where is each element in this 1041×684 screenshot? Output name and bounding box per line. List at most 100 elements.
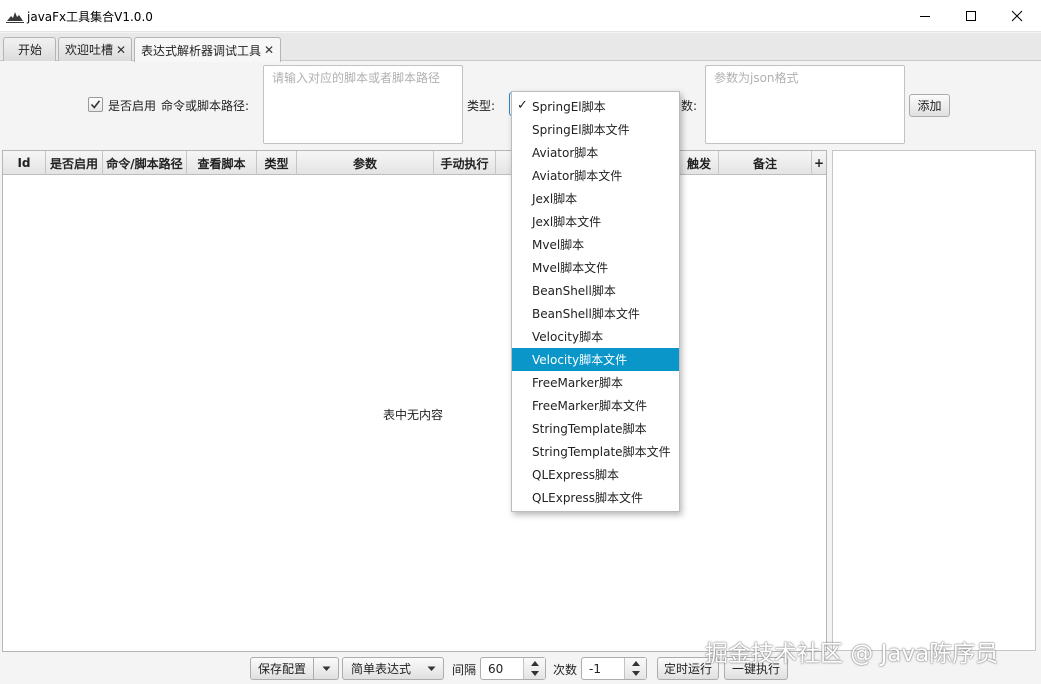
maximize-button[interactable] bbox=[948, 0, 994, 32]
window-title: javaFx工具集合V1.0.0 bbox=[27, 10, 153, 24]
dropdown-option-label: BeanShell脚本文件 bbox=[532, 307, 640, 321]
checkmark-icon: ✓ bbox=[517, 98, 528, 113]
column-header[interactable]: 是否启用 bbox=[46, 151, 103, 175]
chevron-down-icon bbox=[322, 666, 330, 671]
tab-start[interactable]: 开始 bbox=[3, 37, 56, 61]
enabled-checkbox[interactable] bbox=[88, 97, 103, 112]
dropdown-option-label: Velocity脚本文件 bbox=[532, 353, 628, 367]
column-header[interactable]: 触发 bbox=[680, 151, 719, 175]
dropdown-option[interactable]: QLExpress脚本 bbox=[512, 463, 679, 486]
arrow-down-icon bbox=[632, 671, 640, 676]
script-output-panel[interactable] bbox=[832, 150, 1036, 651]
interval-spinner[interactable]: 60 bbox=[480, 657, 546, 680]
dropdown-option[interactable]: StringTemplate脚本 bbox=[512, 417, 679, 440]
count-label: 次数 bbox=[553, 663, 578, 677]
dropdown-option-label: FreeMarker脚本文件 bbox=[532, 399, 647, 413]
save-config-button[interactable]: 保存配置 bbox=[250, 657, 314, 680]
dropdown-option-label: Aviator脚本 bbox=[532, 146, 599, 160]
dropdown-option-label: BeanShell脚本 bbox=[532, 284, 616, 298]
dropdown-option-label: QLExpress脚本文件 bbox=[532, 491, 643, 505]
script-path-placeholder: 请输入对应的脚本或者脚本路径 bbox=[272, 71, 441, 85]
interval-label: 间隔 bbox=[452, 663, 477, 677]
close-icon bbox=[1011, 10, 1023, 22]
type-label: 类型: bbox=[467, 99, 496, 113]
dropdown-option-label: QLExpress脚本 bbox=[532, 468, 619, 482]
dropdown-option-label: SpringEl脚本文件 bbox=[532, 123, 630, 137]
params-placeholder: 参数为json格式 bbox=[714, 71, 799, 85]
dropdown-option[interactable]: Jexl脚本文件 bbox=[512, 210, 679, 233]
dropdown-option[interactable]: Aviator脚本文件 bbox=[512, 164, 679, 187]
dropdown-option-label: FreeMarker脚本 bbox=[532, 376, 623, 390]
app-logo-icon bbox=[6, 12, 24, 23]
add-button[interactable]: 添加 bbox=[909, 94, 950, 117]
title-bar: javaFx工具集合V1.0.0 bbox=[0, 0, 1041, 32]
dropdown-option-label: Jexl脚本文件 bbox=[532, 215, 602, 229]
type-dropdown-list[interactable]: ✓ SpringEl脚本 SpringEl脚本文件 Aviator脚本 Avia… bbox=[511, 91, 680, 512]
maximize-icon bbox=[966, 11, 976, 21]
checkmark-icon bbox=[90, 100, 101, 109]
dropdown-option[interactable]: FreeMarker脚本文件 bbox=[512, 394, 679, 417]
params-input[interactable]: 参数为json格式 bbox=[705, 65, 905, 144]
dropdown-option-label: Jexl脚本 bbox=[532, 192, 578, 206]
column-menu-button[interactable]: + bbox=[812, 151, 826, 175]
dropdown-option-highlighted[interactable]: Velocity脚本文件 bbox=[512, 348, 679, 371]
dropdown-option[interactable]: BeanShell脚本 bbox=[512, 279, 679, 302]
tab-close-icon[interactable]: ✕ bbox=[264, 43, 274, 57]
tab-bar: 开始 欢迎吐槽 ✕ 表达式解析器调试工具 ✕ bbox=[0, 33, 1041, 62]
chevron-down-icon bbox=[427, 666, 436, 671]
close-window-button[interactable] bbox=[994, 0, 1040, 32]
path-label: 命令或脚本路径: bbox=[161, 99, 250, 113]
dropdown-option[interactable]: Mvel脚本文件 bbox=[512, 256, 679, 279]
save-config-menu-button[interactable] bbox=[314, 657, 339, 680]
minimize-icon bbox=[920, 16, 930, 17]
params-label: 数: bbox=[681, 99, 698, 113]
dropdown-option[interactable]: FreeMarker脚本 bbox=[512, 371, 679, 394]
column-header[interactable]: 参数 bbox=[297, 151, 434, 175]
arrow-up-icon bbox=[632, 661, 640, 666]
dropdown-option-label: Mvel脚本 bbox=[532, 238, 585, 252]
arrow-up-icon bbox=[531, 661, 539, 666]
empty-table-message: 表中无内容 bbox=[383, 408, 444, 422]
dropdown-option[interactable]: QLExpress脚本文件 bbox=[512, 486, 679, 509]
dropdown-option[interactable]: Jexl脚本 bbox=[512, 187, 679, 210]
column-header[interactable]: 命令/脚本路径 bbox=[103, 151, 187, 175]
interval-value: 60 bbox=[488, 662, 504, 676]
column-header[interactable]: Id bbox=[3, 151, 46, 175]
tab-label: 表达式解析器调试工具 bbox=[141, 43, 262, 58]
table-header: Id 是否启用 命令/脚本路径 查看脚本 类型 参数 手动执行 触发 备注 + bbox=[3, 151, 826, 175]
dropdown-option-label: StringTemplate脚本 bbox=[532, 422, 647, 436]
column-header[interactable]: 类型 bbox=[257, 151, 297, 175]
interval-spinner-arrows[interactable] bbox=[523, 658, 545, 679]
column-header[interactable]: 查看脚本 bbox=[187, 151, 257, 175]
dropdown-option-label: SpringEl脚本 bbox=[532, 100, 606, 114]
tab-close-icon[interactable]: ✕ bbox=[116, 43, 126, 57]
enabled-label: 是否启用 bbox=[108, 99, 157, 113]
column-header[interactable]: 手动执行 bbox=[434, 151, 496, 175]
dropdown-option[interactable]: ✓ SpringEl脚本 bbox=[512, 95, 679, 118]
dropdown-option[interactable]: BeanShell脚本文件 bbox=[512, 302, 679, 325]
dropdown-option[interactable]: Mvel脚本 bbox=[512, 233, 679, 256]
watermark-text: 掘金技术社区 @ Java陈序员 bbox=[705, 641, 999, 667]
tab-label: 开始 bbox=[17, 43, 42, 57]
count-value: -1 bbox=[589, 662, 601, 676]
dropdown-option-label: Velocity脚本 bbox=[532, 330, 604, 344]
dropdown-option[interactable]: Aviator脚本 bbox=[512, 141, 679, 164]
tab-label: 欢迎吐槽 bbox=[65, 43, 114, 57]
expression-mode-select[interactable]: 简单表达式 bbox=[342, 657, 444, 680]
arrow-down-icon bbox=[531, 671, 539, 676]
tab-expression-debugger[interactable]: 表达式解析器调试工具 ✕ bbox=[134, 37, 281, 62]
count-spinner[interactable]: -1 bbox=[581, 657, 647, 680]
script-path-input[interactable]: 请输入对应的脚本或者脚本路径 bbox=[263, 65, 463, 144]
script-table[interactable]: Id 是否启用 命令/脚本路径 查看脚本 类型 参数 手动执行 触发 备注 + bbox=[2, 150, 827, 652]
dropdown-option-label: Aviator脚本文件 bbox=[532, 169, 623, 183]
tab-welcome[interactable]: 欢迎吐槽 ✕ bbox=[58, 37, 132, 61]
count-spinner-arrows[interactable] bbox=[624, 658, 646, 679]
dropdown-option[interactable]: StringTemplate脚本文件 bbox=[512, 440, 679, 463]
expression-mode-value: 简单表达式 bbox=[351, 662, 412, 676]
column-header[interactable]: 备注 bbox=[719, 151, 812, 175]
dropdown-option[interactable]: Velocity脚本 bbox=[512, 325, 679, 348]
dropdown-option-label: Mvel脚本文件 bbox=[532, 261, 609, 275]
dropdown-option[interactable]: SpringEl脚本文件 bbox=[512, 118, 679, 141]
minimize-button[interactable] bbox=[902, 0, 948, 32]
dropdown-option-label: StringTemplate脚本文件 bbox=[532, 445, 671, 459]
